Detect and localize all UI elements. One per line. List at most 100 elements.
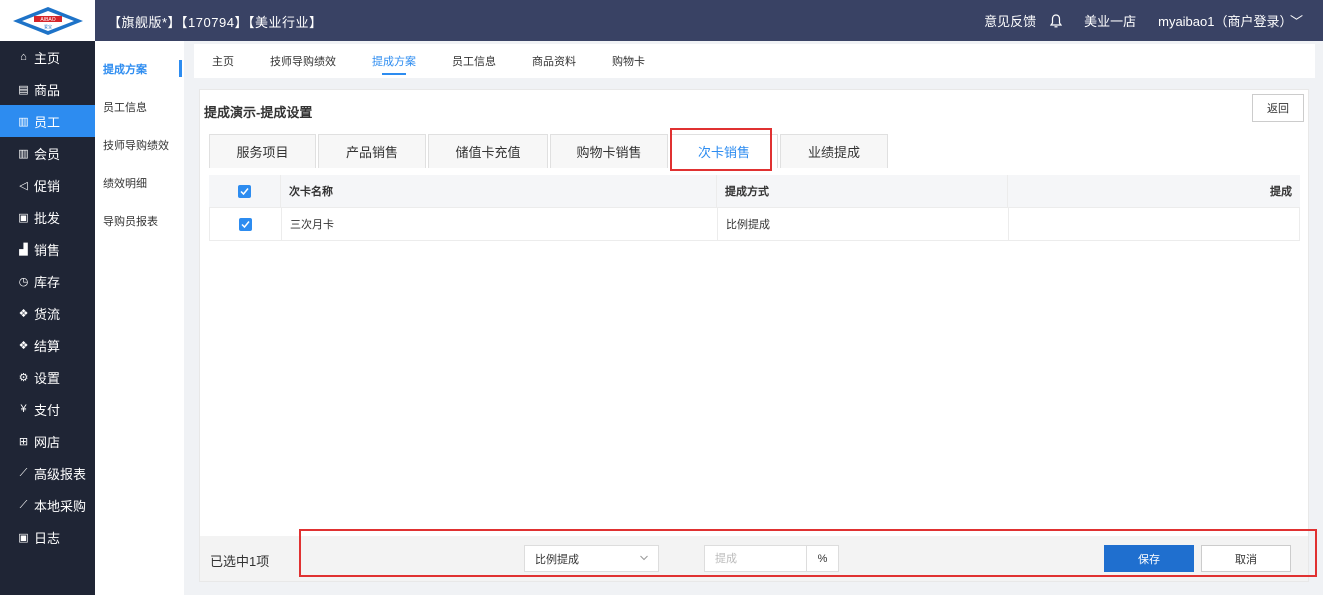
chevron-down-icon (640, 555, 648, 561)
percent-suffix: % (807, 545, 839, 572)
row-checkbox-cell (210, 207, 282, 241)
sidebar-item-wholesale[interactable]: ▣ 批发 (0, 201, 95, 233)
staff-icon: ▥ (18, 115, 29, 128)
sidebar-item-label: 结算 (34, 338, 61, 354)
tab-goods-info[interactable]: 商品资料 (532, 44, 576, 78)
sidebar-item-promo[interactable]: ◁ 促销 (0, 169, 95, 201)
wholesale-icon: ▣ (18, 211, 29, 224)
page-title: 提成演示-提成设置 (204, 105, 313, 120)
sidebar-item-shop[interactable]: ⊞ 网店 (0, 425, 95, 457)
header-commission-method: 提成方式 (717, 174, 1008, 208)
sidebar-item-label: 支付 (34, 402, 61, 418)
commission-settings-panel: 提成演示-提成设置 返回 服务项目 产品销售 储值卡充值 购物卡销售 次卡销售 … (199, 89, 1309, 582)
user-menu[interactable]: myaibao1（商户登录） ﹀ (1158, 11, 1303, 30)
back-button[interactable]: 返回 (1252, 94, 1304, 122)
sidebar-item-label: 日志 (34, 530, 61, 546)
user-name: myaibao1（商户登录） (1158, 14, 1286, 29)
logo[interactable]: AIBAO 爱宝 (0, 0, 95, 41)
sidebar-item-label: 促销 (34, 178, 61, 194)
subside-item-performance[interactable]: 技师导购绩效 (95, 126, 184, 164)
bell-icon[interactable] (1049, 13, 1063, 28)
cell-commission (1009, 208, 1299, 241)
table-row[interactable]: 三次月卡 比例提成 (209, 207, 1300, 241)
commission-method-value: 比例提成 (535, 553, 579, 566)
settlement-icon: ❖ (18, 339, 29, 352)
sidebar-item-staff[interactable]: ▥ 员工 (0, 105, 95, 137)
check-icon (240, 187, 249, 195)
purchase-icon: ⟋ (19, 498, 28, 511)
shop-icon: ⊞ (18, 435, 29, 448)
edition-title: 【旗舰版*】【170794】【美业行业】 (108, 15, 323, 30)
sidebar-item-label: 货流 (34, 306, 61, 322)
sidebar-item-purchase[interactable]: ⟋ 本地采购 (0, 489, 95, 521)
selected-count: 已选中1项 (210, 554, 270, 569)
header-card-name: 次卡名称 (281, 174, 717, 208)
sidebar-item-label: 设置 (34, 370, 61, 386)
tab-shopping-card[interactable]: 购物卡 (612, 44, 645, 78)
sidebar-item-label: 主页 (34, 50, 61, 66)
top-bar: AIBAO 爱宝 【旗舰版*】【170794】【美业行业】 意见反馈 美业一店 … (0, 0, 1323, 41)
times-card-table: 次卡名称 提成方式 提成 三次月卡 比例提成 (209, 174, 1300, 241)
home-icon: ⌂ (20, 51, 27, 63)
log-icon: ▣ (18, 531, 29, 544)
subtab-stored-card[interactable]: 储值卡充值 (428, 134, 548, 168)
commission-method-select[interactable]: 比例提成 (524, 545, 659, 572)
sidebar-item-log[interactable]: ▣ 日志 (0, 521, 95, 553)
sidebar-item-payment[interactable]: ¥ 支付 (0, 393, 95, 425)
sidebar-item-label: 会员 (34, 146, 61, 162)
sidebar-item-label: 销售 (34, 242, 61, 258)
commission-input[interactable] (704, 545, 807, 572)
subtab-product-sales[interactable]: 产品销售 (318, 134, 426, 168)
select-all-checkbox[interactable] (238, 184, 251, 198)
sidebar-item-label: 本地采购 (34, 498, 87, 514)
main-sidebar: ⌂ 主页 ▤ 商品 ▥ 员工 ▥ 会员 ◁ 促销 ▣ 批发 ▟ 销售 ◷ 库存 ❖ 货流 ❖ 结算 … (0, 41, 95, 595)
check-icon (241, 220, 250, 228)
subside-item-staff-info[interactable]: 员工信息 (95, 88, 184, 126)
sidebar-item-inventory[interactable]: ◷ 库存 (0, 265, 95, 297)
sidebar-item-settlement[interactable]: ❖ 结算 (0, 329, 95, 361)
header-commission: 提成 (1270, 186, 1292, 198)
sidebar-item-logistics[interactable]: ❖ 货流 (0, 297, 95, 329)
row-checkbox[interactable] (239, 217, 252, 231)
payment-icon: ¥ (20, 403, 27, 415)
logo-text: AIBAO (40, 17, 55, 23)
subside-item-commission-plan[interactable]: 提成方案 (95, 50, 184, 88)
subtab-service[interactable]: 服务项目 (209, 134, 316, 168)
subside-item-guide-report[interactable]: 导购员报表 (95, 202, 184, 240)
sidebar-item-label: 库存 (34, 274, 61, 290)
tab-home[interactable]: 主页 (212, 44, 234, 78)
subtab-shopping-card-sales[interactable]: 购物卡销售 (550, 134, 668, 168)
sidebar-item-home[interactable]: ⌂ 主页 (0, 41, 95, 73)
sales-icon: ▟ (19, 243, 28, 256)
tab-commission-plan[interactable]: 提成方案 (372, 44, 416, 78)
sidebar-item-label: 高级报表 (34, 466, 87, 482)
sidebar-item-label: 商品 (34, 82, 61, 98)
promo-icon: ◁ (19, 179, 28, 192)
tab-performance[interactable]: 技师导购绩效 (270, 44, 336, 78)
header-checkbox-cell (209, 174, 281, 208)
sub-sidebar: 提成方案 员工信息 技师导购绩效 绩效明细 导购员报表 (95, 41, 184, 595)
cancel-button[interactable]: 取消 (1201, 545, 1291, 572)
subtab-performance-commission[interactable]: 业绩提成 (780, 134, 888, 168)
subtab-times-card-sales[interactable]: 次卡销售 (670, 134, 778, 168)
sidebar-item-report[interactable]: ⟋ 高级报表 (0, 457, 95, 489)
sidebar-item-member[interactable]: ▥ 会员 (0, 137, 95, 169)
report-icon: ⟋ (19, 466, 28, 479)
sidebar-item-settings[interactable]: ⚙ 设置 (0, 361, 95, 393)
member-icon: ▥ (18, 147, 29, 160)
aibao-logo-icon: AIBAO 爱宝 (12, 6, 84, 36)
sidebar-item-sales[interactable]: ▟ 销售 (0, 233, 95, 265)
cell-commission-method: 比例提成 (718, 207, 1009, 241)
store-name[interactable]: 美业一店 (1084, 11, 1136, 30)
sidebar-item-label: 员工 (34, 114, 61, 130)
subside-item-performance-detail[interactable]: 绩效明细 (95, 164, 184, 202)
save-button[interactable]: 保存 (1104, 545, 1194, 572)
settings-icon: ⚙ (18, 371, 29, 384)
sidebar-item-label: 批发 (34, 210, 61, 226)
tab-staff-info[interactable]: 员工信息 (452, 44, 496, 78)
logo-sub-text: 爱宝 (44, 23, 52, 29)
sidebar-item-goods[interactable]: ▤ 商品 (0, 73, 95, 105)
inventory-icon: ◷ (18, 275, 29, 288)
feedback-link[interactable]: 意见反馈 (984, 11, 1036, 30)
topbar-right: 意见反馈 美业一店 myaibao1（商户登录） ﹀ (984, 0, 1303, 41)
